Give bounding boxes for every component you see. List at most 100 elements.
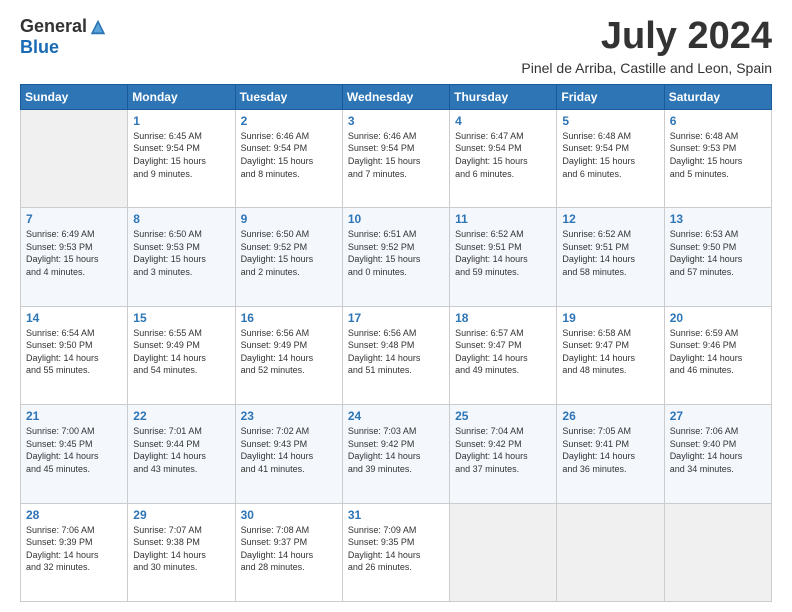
calendar-cell: 21 Sunrise: 7:00 AMSunset: 9:45 PMDayligh… [21, 405, 128, 503]
calendar-cell: 3 Sunrise: 6:46 AMSunset: 9:54 PMDaylight… [342, 109, 449, 207]
day-info: Sunrise: 7:09 AMSunset: 9:35 PMDaylight:… [348, 524, 444, 574]
day-info: Sunrise: 6:56 AMSunset: 9:49 PMDaylight:… [241, 327, 337, 377]
calendar-cell: 18 Sunrise: 6:57 AMSunset: 9:47 PMDayligh… [450, 306, 557, 404]
calendar-cell: 25Sunrise: 7:04 AMSunset: 9:42 PMDayligh… [450, 405, 557, 503]
day-info: Sunrise: 7:05 AMSunset: 9:41 PMDaylight:… [562, 425, 658, 475]
day-info: Sunrise: 6:55 AMSunset: 9:49 PMDaylight:… [133, 327, 229, 377]
day-info: Sunrise: 6:49 AMSunset: 9:53 PMDaylight:… [26, 228, 122, 278]
day-number: 20 [670, 311, 766, 325]
calendar-cell: 5 Sunrise: 6:48 AMSunset: 9:54 PMDaylight… [557, 109, 664, 207]
day-number: 21 [26, 409, 122, 423]
logo-blue-text: Blue [20, 37, 59, 58]
location-title: Pinel de Arriba, Castille and Leon, Spai… [521, 60, 772, 76]
day-number: 6 [670, 114, 766, 128]
day-number: 1 [133, 114, 229, 128]
calendar-cell: 11Sunrise: 6:52 AMSunset: 9:51 PMDayligh… [450, 208, 557, 306]
day-number: 18 [455, 311, 551, 325]
day-of-week-friday: Friday [557, 84, 664, 109]
day-number: 8 [133, 212, 229, 226]
calendar-cell: 1Sunrise: 6:45 AMSunset: 9:54 PMDaylight… [128, 109, 235, 207]
calendar-cell: 29 Sunrise: 7:07 AMSunset: 9:38 PMDayligh… [128, 503, 235, 601]
day-info: Sunrise: 6:48 AMSunset: 9:53 PMDaylight:… [670, 130, 766, 180]
calendar-cell: 4Sunrise: 6:47 AMSunset: 9:54 PMDaylight… [450, 109, 557, 207]
day-info: Sunrise: 6:48 AMSunset: 9:54 PMDaylight:… [562, 130, 658, 180]
day-number: 25 [455, 409, 551, 423]
day-number: 5 [562, 114, 658, 128]
calendar-cell [450, 503, 557, 601]
calendar-cell [21, 109, 128, 207]
day-number: 22 [133, 409, 229, 423]
day-number: 31 [348, 508, 444, 522]
calendar-cell: 6 Sunrise: 6:48 AMSunset: 9:53 PMDaylight… [664, 109, 771, 207]
day-number: 13 [670, 212, 766, 226]
calendar-week-row: 28Sunrise: 7:06 AMSunset: 9:39 PMDayligh… [21, 503, 772, 601]
day-of-week-wednesday: Wednesday [342, 84, 449, 109]
day-info: Sunrise: 6:50 AMSunset: 9:52 PMDaylight:… [241, 228, 337, 278]
day-number: 17 [348, 311, 444, 325]
logo: General Blue [20, 16, 107, 58]
day-number: 30 [241, 508, 337, 522]
calendar-week-row: 21 Sunrise: 7:00 AMSunset: 9:45 PMDayligh… [21, 405, 772, 503]
day-number: 2 [241, 114, 337, 128]
day-number: 9 [241, 212, 337, 226]
day-info: Sunrise: 6:46 AMSunset: 9:54 PMDaylight:… [241, 130, 337, 180]
day-number: 12 [562, 212, 658, 226]
calendar-cell: 10 Sunrise: 6:51 AMSunset: 9:52 PMDayligh… [342, 208, 449, 306]
day-of-week-tuesday: Tuesday [235, 84, 342, 109]
day-number: 19 [562, 311, 658, 325]
day-number: 15 [133, 311, 229, 325]
calendar-cell: 22Sunrise: 7:01 AMSunset: 9:44 PMDayligh… [128, 405, 235, 503]
day-info: Sunrise: 6:53 AMSunset: 9:50 PMDaylight:… [670, 228, 766, 278]
month-title: July 2024 [521, 16, 772, 58]
day-number: 10 [348, 212, 444, 226]
calendar-cell: 17 Sunrise: 6:56 AMSunset: 9:48 PMDayligh… [342, 306, 449, 404]
day-number: 24 [348, 409, 444, 423]
day-of-week-sunday: Sunday [21, 84, 128, 109]
day-info: Sunrise: 6:50 AMSunset: 9:53 PMDaylight:… [133, 228, 229, 278]
day-info: Sunrise: 7:03 AMSunset: 9:42 PMDaylight:… [348, 425, 444, 475]
day-number: 4 [455, 114, 551, 128]
day-number: 3 [348, 114, 444, 128]
calendar-cell: 20 Sunrise: 6:59 AMSunset: 9:46 PMDayligh… [664, 306, 771, 404]
day-number: 29 [133, 508, 229, 522]
day-of-week-monday: Monday [128, 84, 235, 109]
calendar-week-row: 7Sunrise: 6:49 AMSunset: 9:53 PMDaylight… [21, 208, 772, 306]
day-info: Sunrise: 6:57 AMSunset: 9:47 PMDaylight:… [455, 327, 551, 377]
calendar-cell: 9 Sunrise: 6:50 AMSunset: 9:52 PMDaylight… [235, 208, 342, 306]
calendar-cell: 15 Sunrise: 6:55 AMSunset: 9:49 PMDayligh… [128, 306, 235, 404]
day-of-week-thursday: Thursday [450, 84, 557, 109]
day-number: 23 [241, 409, 337, 423]
calendar-table: SundayMondayTuesdayWednesdayThursdayFrid… [20, 84, 772, 602]
day-info: Sunrise: 6:46 AMSunset: 9:54 PMDaylight:… [348, 130, 444, 180]
day-number: 16 [241, 311, 337, 325]
calendar-cell: 28Sunrise: 7:06 AMSunset: 9:39 PMDayligh… [21, 503, 128, 601]
calendar-cell: 8 Sunrise: 6:50 AMSunset: 9:53 PMDaylight… [128, 208, 235, 306]
calendar-cell: 2 Sunrise: 6:46 AMSunset: 9:54 PMDaylight… [235, 109, 342, 207]
logo-general-text: General [20, 16, 87, 37]
day-number: 27 [670, 409, 766, 423]
day-info: Sunrise: 6:58 AMSunset: 9:47 PMDaylight:… [562, 327, 658, 377]
day-info: Sunrise: 7:07 AMSunset: 9:38 PMDaylight:… [133, 524, 229, 574]
day-info: Sunrise: 6:51 AMSunset: 9:52 PMDaylight:… [348, 228, 444, 278]
day-info: Sunrise: 6:59 AMSunset: 9:46 PMDaylight:… [670, 327, 766, 377]
day-of-week-saturday: Saturday [664, 84, 771, 109]
calendar-cell: 14Sunrise: 6:54 AMSunset: 9:50 PMDayligh… [21, 306, 128, 404]
calendar-week-row: 14Sunrise: 6:54 AMSunset: 9:50 PMDayligh… [21, 306, 772, 404]
day-number: 26 [562, 409, 658, 423]
day-info: Sunrise: 7:08 AMSunset: 9:37 PMDaylight:… [241, 524, 337, 574]
calendar-cell: 23 Sunrise: 7:02 AMSunset: 9:43 PMDayligh… [235, 405, 342, 503]
calendar-cell [557, 503, 664, 601]
calendar-cell [664, 503, 771, 601]
day-info: Sunrise: 7:00 AMSunset: 9:45 PMDaylight:… [26, 425, 122, 475]
page: General Blue July 2024 Pinel de Arriba, … [0, 0, 792, 612]
calendar-cell: 13 Sunrise: 6:53 AMSunset: 9:50 PMDayligh… [664, 208, 771, 306]
calendar-header-row: SundayMondayTuesdayWednesdayThursdayFrid… [21, 84, 772, 109]
calendar-week-row: 1Sunrise: 6:45 AMSunset: 9:54 PMDaylight… [21, 109, 772, 207]
day-info: Sunrise: 7:06 AMSunset: 9:40 PMDaylight:… [670, 425, 766, 475]
day-info: Sunrise: 7:02 AMSunset: 9:43 PMDaylight:… [241, 425, 337, 475]
calendar-cell: 30 Sunrise: 7:08 AMSunset: 9:37 PMDayligh… [235, 503, 342, 601]
day-info: Sunrise: 6:56 AMSunset: 9:48 PMDaylight:… [348, 327, 444, 377]
calendar-cell: 7Sunrise: 6:49 AMSunset: 9:53 PMDaylight… [21, 208, 128, 306]
day-number: 11 [455, 212, 551, 226]
calendar-cell: 26 Sunrise: 7:05 AMSunset: 9:41 PMDayligh… [557, 405, 664, 503]
